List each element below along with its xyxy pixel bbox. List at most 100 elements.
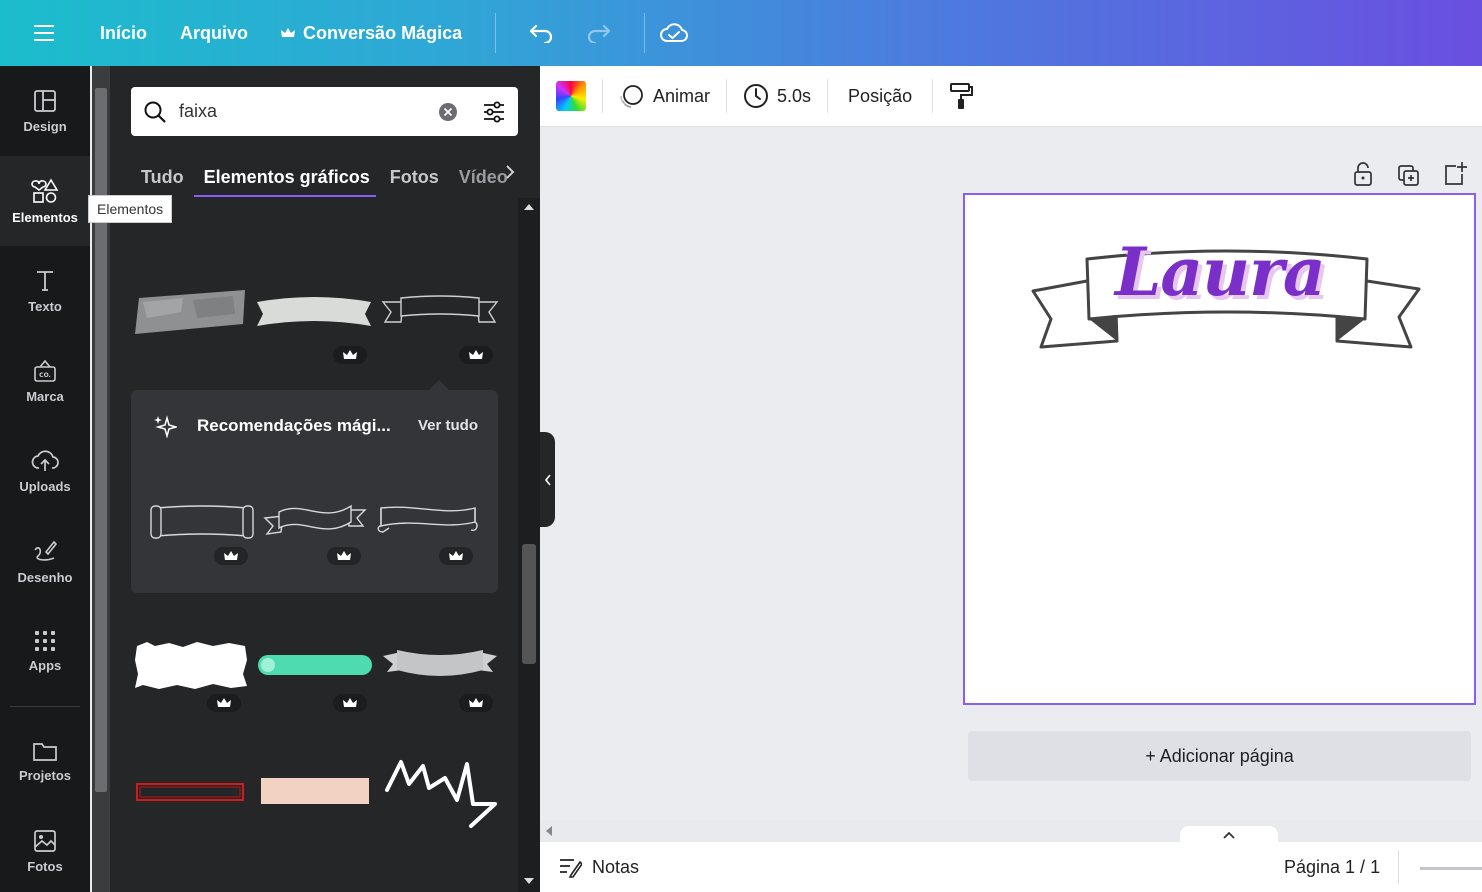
crown-icon bbox=[469, 698, 483, 707]
rail-item-text[interactable]: Texto bbox=[0, 246, 90, 336]
search-box[interactable]: faixa bbox=[131, 87, 518, 136]
apps-grid-icon bbox=[35, 630, 55, 651]
torn-paper-graphic[interactable] bbox=[133, 640, 249, 690]
animate-button[interactable]: Animar bbox=[603, 83, 726, 109]
image-icon bbox=[34, 829, 56, 852]
scroll-down-icon[interactable] bbox=[524, 878, 534, 884]
rail-item-brand[interactable]: CO. Marca bbox=[0, 336, 90, 426]
animate-label: Animar bbox=[653, 85, 711, 106]
scroll-up-icon[interactable] bbox=[524, 204, 534, 210]
zigzag-scribble-graphic[interactable] bbox=[383, 754, 499, 830]
rail-label: Projetos bbox=[18, 767, 71, 783]
scroll-banner-graphic[interactable] bbox=[149, 502, 255, 542]
rail-label: Apps bbox=[28, 657, 62, 673]
cloud-check-icon bbox=[660, 23, 689, 42]
grunge-tape-graphic[interactable] bbox=[133, 288, 247, 336]
search-input[interactable]: faixa bbox=[179, 101, 438, 122]
paint-roller-icon bbox=[950, 83, 974, 109]
crown-icon bbox=[281, 28, 296, 37]
scrollbar-thumb[interactable] bbox=[95, 88, 107, 792]
magic-switch-menu[interactable]: Conversão Mágica bbox=[281, 23, 462, 44]
redo-icon bbox=[588, 24, 611, 43]
collapse-panel-button[interactable] bbox=[540, 432, 555, 527]
hamburger-menu-button[interactable] bbox=[0, 0, 88, 66]
zoom-slider[interactable] bbox=[1420, 867, 1482, 870]
panel-scrollbar[interactable] bbox=[518, 198, 540, 892]
rail-item-projects[interactable]: Projetos bbox=[0, 716, 90, 806]
progress-bar-graphic[interactable] bbox=[257, 654, 373, 676]
results-row bbox=[131, 636, 501, 712]
scrollbar-thumb[interactable] bbox=[522, 544, 536, 664]
paper-scroll-graphic[interactable] bbox=[375, 502, 479, 542]
file-menu[interactable]: Arquivo bbox=[180, 23, 248, 44]
magic-recommendations-header: Recomendações mági... bbox=[153, 414, 391, 438]
filter-sliders-icon[interactable] bbox=[482, 100, 506, 124]
crown-icon bbox=[449, 551, 463, 560]
tab-photos[interactable]: Fotos bbox=[390, 167, 439, 188]
magic-switch-label: Conversão Mágica bbox=[303, 22, 463, 43]
left-rail: Design Elementos Texto CO. Marca Uploads bbox=[0, 66, 90, 892]
add-page-button[interactable]: + Adicionar página bbox=[968, 731, 1471, 781]
rail-item-apps[interactable]: Apps bbox=[0, 606, 90, 696]
clear-icon[interactable] bbox=[438, 102, 458, 122]
editor-footer: Notas Página 1 / 1 bbox=[540, 842, 1482, 892]
chevron-right-icon[interactable] bbox=[504, 164, 516, 180]
rail-item-draw[interactable]: Desenho bbox=[0, 516, 90, 606]
tab-all[interactable]: Tudo bbox=[141, 167, 184, 188]
results-tabs: Tudo Elementos gráficos Fotos Vídeos bbox=[131, 156, 521, 198]
wavy-ribbon-graphic[interactable] bbox=[263, 502, 367, 542]
design-page[interactable]: Laura bbox=[963, 193, 1476, 705]
active-tab-indicator bbox=[194, 195, 376, 197]
color-picker-button[interactable] bbox=[540, 81, 602, 111]
red-stamp-bar-graphic[interactable] bbox=[135, 780, 247, 806]
svg-text:CO.: CO. bbox=[39, 372, 51, 379]
rail-scrollbar[interactable] bbox=[92, 66, 110, 892]
animate-icon bbox=[620, 85, 643, 108]
cloud-save-status[interactable] bbox=[645, 0, 703, 66]
scroll-left-icon[interactable] bbox=[546, 826, 552, 836]
card-pointer bbox=[429, 380, 449, 390]
lock-icon[interactable] bbox=[1350, 160, 1376, 188]
design-title-text[interactable]: Laura bbox=[1115, 233, 1326, 311]
premium-badge bbox=[459, 346, 493, 364]
premium-badge bbox=[333, 694, 367, 712]
premium-badge bbox=[327, 547, 361, 565]
crown-icon bbox=[343, 698, 357, 707]
see-all-link[interactable]: Ver tudo bbox=[418, 417, 478, 434]
page-actions bbox=[1350, 160, 1468, 188]
crown-icon bbox=[337, 551, 351, 560]
magic-recommendations-card: Recomendações mági... Ver tudo bbox=[131, 380, 498, 593]
position-button[interactable]: Posição bbox=[828, 86, 932, 107]
curved-banner-graphic[interactable] bbox=[255, 296, 373, 330]
text-icon bbox=[37, 270, 53, 291]
tab-graphics[interactable]: Elementos gráficos bbox=[204, 167, 370, 188]
outline-ribbon-graphic[interactable] bbox=[381, 294, 499, 328]
sparkle-icon bbox=[154, 415, 177, 438]
rail-item-uploads[interactable]: Uploads bbox=[0, 426, 90, 516]
rail-label: Marca bbox=[26, 388, 64, 404]
home-menu[interactable]: Início bbox=[100, 23, 147, 44]
rail-item-elements[interactable]: Elementos bbox=[0, 156, 90, 246]
folder-icon bbox=[33, 742, 57, 761]
copy-style-button[interactable] bbox=[933, 82, 989, 110]
tab-videos[interactable]: Vídeos bbox=[459, 167, 507, 188]
notes-button[interactable]: Notas bbox=[558, 856, 639, 878]
horizontal-scrollbar[interactable] bbox=[540, 820, 1482, 842]
peach-tape-graphic[interactable] bbox=[259, 776, 371, 806]
page-indicator[interactable]: Página 1 / 1 bbox=[1284, 857, 1380, 878]
rail-item-design[interactable]: Design bbox=[0, 66, 90, 156]
premium-badge bbox=[333, 346, 367, 364]
gray-ribbon-graphic[interactable] bbox=[381, 646, 499, 684]
duplicate-page-icon[interactable] bbox=[1396, 160, 1422, 188]
undo-button[interactable] bbox=[512, 0, 570, 66]
rail-item-photos[interactable]: Fotos bbox=[0, 806, 90, 892]
divider bbox=[1398, 850, 1399, 884]
duration-button[interactable]: 5.0s bbox=[727, 83, 827, 109]
results-row bbox=[131, 754, 501, 828]
elements-panel: faixa Tudo Elementos gráficos Fotos Víde… bbox=[110, 66, 540, 892]
add-page-icon[interactable] bbox=[1442, 160, 1468, 188]
redo-button[interactable] bbox=[570, 0, 628, 66]
undo-icon bbox=[529, 24, 553, 43]
tooltip: Elementos bbox=[88, 195, 173, 223]
rail-label: Elementos bbox=[12, 209, 78, 225]
